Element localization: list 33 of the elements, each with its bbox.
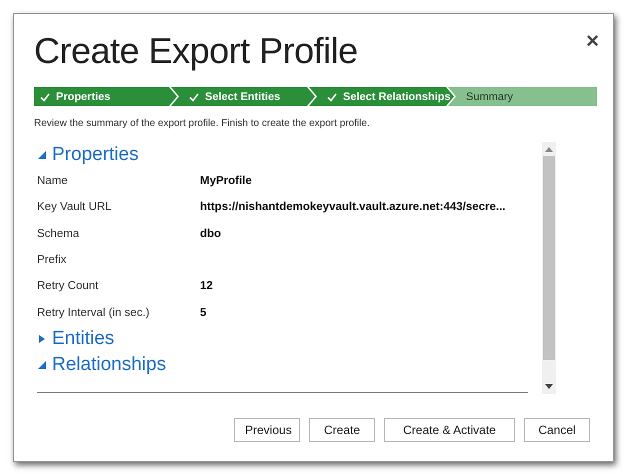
description-text: Review the summary of the export profile. Finish to create the export profile. xyxy=(34,118,371,129)
wizard-step[interactable]: Properties xyxy=(34,87,177,106)
section-header[interactable]: Relationships xyxy=(37,352,528,378)
collapse-triangle-icon xyxy=(37,360,47,370)
field-label: Name xyxy=(37,175,69,188)
field-label: Prefix xyxy=(37,254,68,266)
scroll-down-icon xyxy=(545,384,553,389)
section-header[interactable]: Entities xyxy=(37,326,528,352)
collapse-triangle-icon xyxy=(37,150,47,160)
wizard-step[interactable]: Select Relationships xyxy=(309,87,454,106)
dialog-button[interactable]: Cancel xyxy=(524,418,590,442)
check-icon xyxy=(40,92,50,102)
field-label: Schema xyxy=(37,228,80,240)
field-value: https://nishantdemokeyvault.vault.azure.net:443/secre... xyxy=(200,201,506,214)
field-value: 5 xyxy=(200,306,206,319)
section-header[interactable]: Properties xyxy=(37,142,528,168)
scroll-up-icon xyxy=(545,147,553,152)
wizard-step[interactable]: Select Entities xyxy=(171,87,315,106)
field-label: Retry Count xyxy=(37,280,100,292)
field-value: 12 xyxy=(200,280,213,292)
check-icon xyxy=(189,92,199,102)
dialog-button[interactable]: Previous xyxy=(234,418,300,442)
dialog-button[interactable]: Create xyxy=(309,418,375,442)
field-value: dbo xyxy=(200,228,222,240)
window-title: Create Export Profile xyxy=(34,31,358,71)
close-button[interactable]: × xyxy=(586,31,599,51)
field-label: Retry Interval (in sec.) xyxy=(37,306,150,319)
expand-triangle-icon xyxy=(37,334,47,344)
dialog-button[interactable]: Create & Activate xyxy=(384,418,515,442)
field-value: MyProfile xyxy=(200,175,252,188)
check-icon xyxy=(327,92,337,102)
field-label: Key Vault URL xyxy=(37,201,113,214)
scrollbar[interactable] xyxy=(542,142,556,394)
